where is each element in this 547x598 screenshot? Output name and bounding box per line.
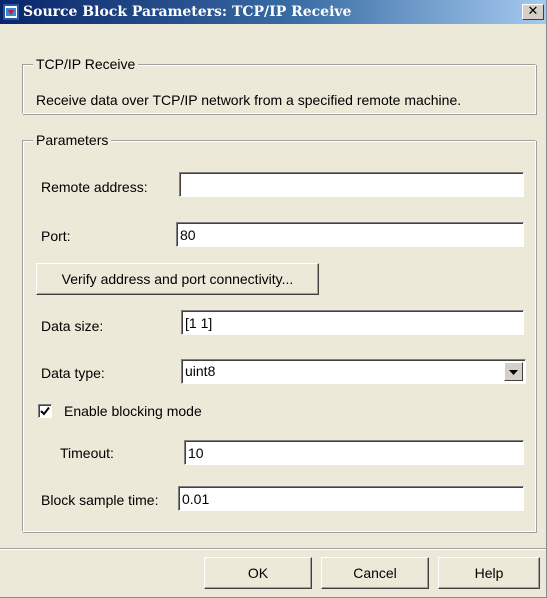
port-label: Port: [41,228,71,244]
data-size-input[interactable] [181,310,524,335]
chevron-down-icon [509,370,518,375]
block-description: Receive data over TCP/IP network from a … [36,92,462,108]
data-type-dropdown-button[interactable] [504,362,523,381]
help-label: Help [474,565,504,581]
window-title: Source Block Parameters: TCP/IP Receive [23,4,352,20]
ok-label: OK [247,565,269,581]
close-icon: ✕ [527,4,539,19]
blocking-mode-label[interactable]: Enable blocking mode [64,403,202,419]
data-type-value: uint8 [185,363,216,379]
port-input[interactable] [176,222,524,247]
button-bar-divider [0,548,546,550]
remote-address-input[interactable] [179,172,524,197]
parameters-group-title: Parameters [33,132,112,148]
data-size-label: Data size: [41,318,104,334]
timeout-label: Timeout: [60,445,114,461]
cancel-label: Cancel [353,565,397,581]
sample-time-input[interactable] [178,486,524,511]
description-group-title: TCP/IP Receive [33,56,139,72]
remote-address-label: Remote address: [41,179,148,195]
dialog-window: Source Block Parameters: TCP/IP Receive … [0,0,547,598]
data-type-label: Data type: [41,365,105,381]
blocking-mode-checkbox[interactable] [38,404,52,418]
verify-connectivity-button[interactable]: Verify address and port connectivity... [36,263,319,295]
verify-connectivity-label: Verify address and port connectivity... [61,271,294,287]
ok-button[interactable]: OK [204,557,312,589]
parameters-group: Parameters [22,132,536,532]
data-type-select[interactable]: uint8 [181,359,526,384]
checkmark-icon [40,406,50,416]
cancel-button[interactable]: Cancel [321,557,429,589]
sample-time-label: Block sample time: [41,492,159,508]
help-button[interactable]: Help [438,557,540,589]
close-button[interactable]: ✕ [522,4,544,20]
title-bar[interactable]: Source Block Parameters: TCP/IP Receive … [0,0,546,24]
simulink-block-icon [3,4,19,20]
timeout-input[interactable] [184,440,524,465]
